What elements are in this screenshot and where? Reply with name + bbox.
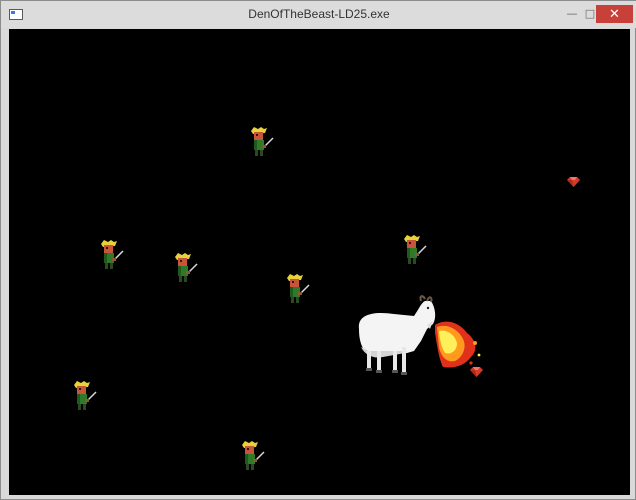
game-canvas[interactable] xyxy=(9,29,630,495)
app-window: DenOfTheBeast-LD25.exe — □ ✕ xyxy=(0,0,636,500)
villager-3 xyxy=(174,252,198,283)
game-scene xyxy=(73,126,580,471)
title-bar[interactable]: DenOfTheBeast-LD25.exe — □ ✕ xyxy=(1,1,636,28)
villager-7 xyxy=(241,440,265,471)
villager-6 xyxy=(73,380,97,411)
fire-breath xyxy=(435,321,481,368)
villager-2 xyxy=(100,239,124,270)
goat-beast xyxy=(358,295,436,375)
window-title: DenOfTheBeast-LD25.exe xyxy=(248,7,390,21)
villager-1 xyxy=(250,126,274,157)
villager-4 xyxy=(286,273,310,304)
ruby-gem-2 xyxy=(470,367,483,377)
ruby-gem-1 xyxy=(567,177,580,187)
villager-5 xyxy=(403,234,427,265)
close-button[interactable]: ✕ xyxy=(596,5,633,23)
